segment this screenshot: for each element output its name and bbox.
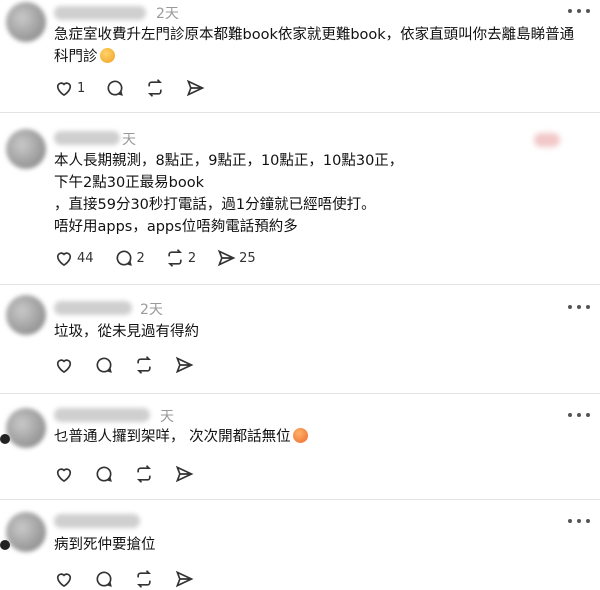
comment-post: 病到死仲要搶位 — [0, 500, 600, 588]
avatar[interactable] — [6, 129, 46, 169]
comment-post: 2天 垃圾，從未見過有得約 — [0, 285, 600, 394]
comment-text: 本人長期親測，8點正，9點正，10點正，10點30正， 下午2點30正最易boo… — [54, 153, 404, 235]
action-bar — [54, 463, 214, 485]
username[interactable] — [54, 6, 146, 20]
send-icon — [175, 570, 194, 588]
comment-bubble-icon — [96, 571, 112, 587]
more-dots-icon[interactable] — [568, 410, 590, 420]
repost-icon — [148, 79, 163, 97]
comment-bubble-icon — [96, 357, 112, 373]
more-dots-icon[interactable] — [568, 302, 590, 312]
heart-icon — [56, 573, 72, 588]
like-count: 1 — [77, 80, 86, 96]
comment-button[interactable] — [94, 464, 114, 484]
comment-button[interactable] — [94, 569, 114, 589]
repost-button[interactable]: 2 — [165, 248, 196, 268]
more-dots-icon[interactable] — [568, 6, 590, 16]
heart-icon — [56, 359, 72, 374]
repost-button[interactable] — [134, 464, 154, 484]
avatar[interactable] — [6, 2, 46, 42]
repost-button[interactable] — [145, 78, 165, 98]
like-button[interactable] — [54, 569, 74, 589]
share-button[interactable]: 25 — [216, 248, 256, 268]
username[interactable] — [54, 301, 132, 315]
post-time: 天 — [160, 409, 174, 425]
comment-post: 2天 急症室收費升左門診原本都難book依家就更難book，依家直頭叫你去離島睇… — [0, 0, 600, 113]
comment-count: 2 — [136, 250, 145, 266]
post-time: 2天 — [140, 302, 163, 318]
repost-icon — [136, 465, 152, 483]
repost-icon — [136, 570, 152, 588]
comment-button[interactable] — [105, 78, 125, 98]
share-button[interactable] — [174, 569, 194, 589]
like-button[interactable]: 44 — [54, 248, 94, 268]
more-dots-icon[interactable] — [568, 516, 590, 526]
share-button[interactable] — [174, 355, 194, 375]
repost-button[interactable] — [134, 355, 154, 375]
repost-button[interactable] — [134, 569, 154, 589]
send-icon — [175, 465, 194, 483]
avatar[interactable] — [6, 512, 46, 552]
action-bar: 1 — [54, 77, 225, 99]
comment-text: 急症室收費升左門診原本都難book依家就更難book，依家直頭叫你去離島睇普通科… — [54, 27, 575, 65]
post-time: 天 — [122, 132, 136, 148]
send-icon — [187, 79, 205, 97]
avatar[interactable] — [6, 408, 46, 448]
like-button[interactable] — [54, 355, 74, 375]
thread-marker — [0, 540, 10, 550]
send-icon — [175, 356, 194, 374]
comment-text: 病到死仲要搶位 — [54, 537, 156, 553]
comment-bubble-icon — [107, 80, 124, 96]
repost-icon — [136, 356, 152, 374]
tired-face-emoji — [292, 428, 308, 443]
action-bar: 44 2 2 25 — [54, 247, 276, 269]
comment-button[interactable] — [94, 355, 114, 375]
like-button[interactable] — [54, 464, 74, 484]
action-bar — [54, 354, 214, 376]
comment-bubble-icon — [116, 250, 132, 266]
sweat-smile-emoji — [99, 48, 115, 63]
action-bar — [54, 568, 214, 590]
comment-text: 乜普通人攞到架咩， 次次開都話無位 — [54, 426, 586, 448]
redacted-badge — [534, 133, 560, 147]
thread-marker — [0, 434, 10, 444]
avatar[interactable] — [6, 295, 46, 335]
comment-button[interactable]: 2 — [114, 248, 145, 268]
comment-text: 垃圾，從未見過有得約 — [54, 324, 199, 340]
send-icon — [217, 249, 236, 267]
share-count: 25 — [239, 250, 256, 266]
comment-bubble-icon — [96, 466, 112, 482]
heart-icon — [56, 82, 72, 97]
repost-count: 2 — [187, 250, 197, 266]
share-button[interactable] — [185, 78, 205, 98]
username[interactable] — [54, 131, 120, 145]
username[interactable] — [54, 514, 140, 528]
heart-icon — [56, 468, 72, 483]
like-button[interactable]: 1 — [54, 78, 85, 98]
comment-post: 天 乜普通人攞到架咩， 次次開都話無位 — [0, 394, 600, 500]
comment-feed: 2天 急症室收費升左門診原本都難book依家就更難book，依家直頭叫你去離島睇… — [0, 0, 600, 588]
username[interactable] — [54, 408, 150, 422]
share-button[interactable] — [174, 464, 194, 484]
like-count: 44 — [77, 250, 94, 266]
heart-icon — [56, 252, 72, 267]
repost-icon — [167, 249, 182, 267]
post-time: 2天 — [156, 6, 179, 22]
comment-post: 天 本人長期親測，8點正，9點正，10點正，10點30正， 下午2點30正最易b… — [0, 113, 600, 285]
